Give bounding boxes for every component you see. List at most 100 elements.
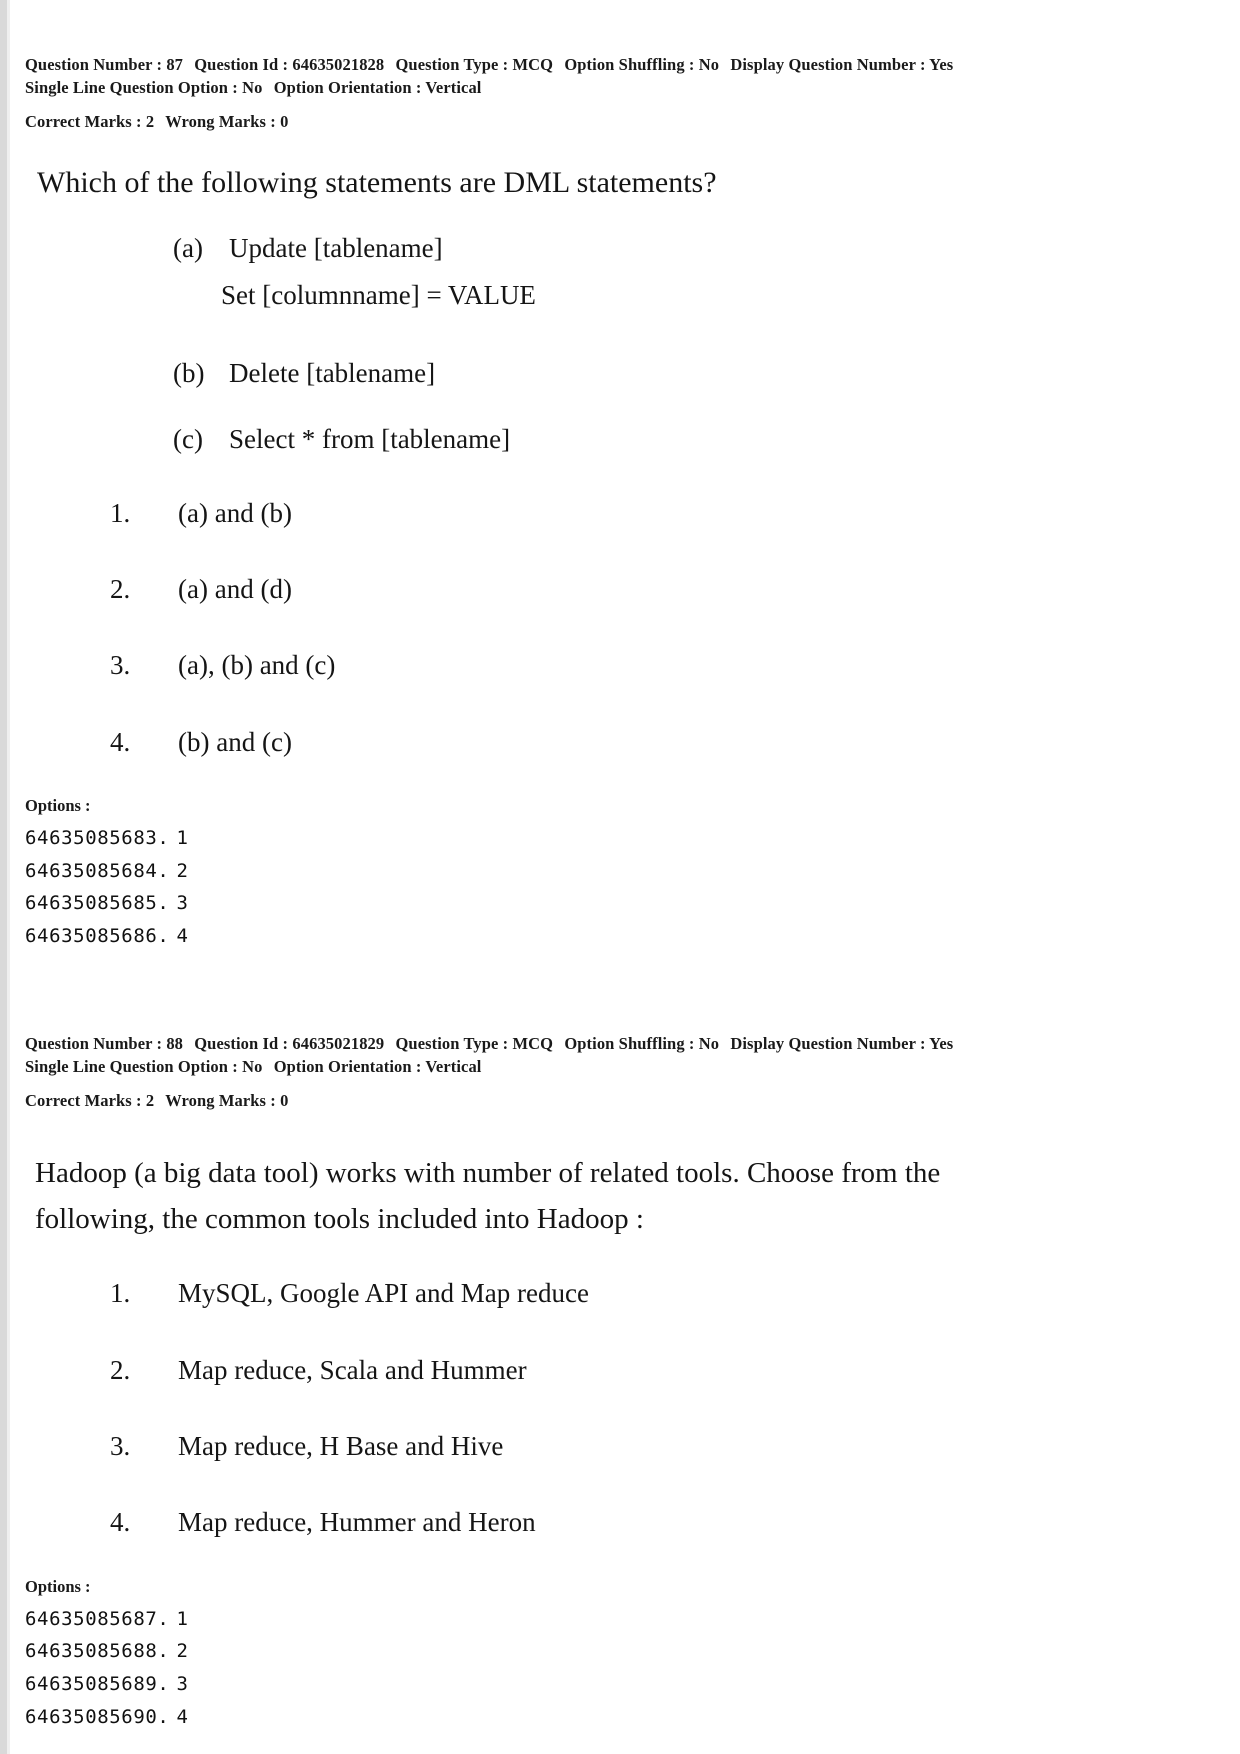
option-orientation-value-88: Vertical bbox=[425, 1057, 482, 1077]
wrong-marks-label: Wrong Marks : bbox=[165, 111, 276, 131]
substatement-a-text: Update [tablename] bbox=[229, 233, 443, 264]
choice-88-4-text: Map reduce, Hummer and Heron bbox=[178, 1507, 536, 1538]
question-block-87: Question Number : 87 Question Id : 64635… bbox=[25, 53, 1215, 953]
question-block-88: Question Number : 88 Question Id : 64635… bbox=[25, 1032, 1215, 1733]
choice-87-2[interactable]: 2. (a) and (d) bbox=[110, 573, 1215, 605]
choice-88-4-number: 4. bbox=[110, 1507, 131, 1538]
question-number-label-88: Question Number : bbox=[25, 1034, 163, 1053]
choice-87-4-text: (b) and (c) bbox=[178, 726, 292, 757]
question-meta-line-marks-88: Correct Marks : 2 Wrong Marks : 0 bbox=[25, 1089, 1215, 1112]
option-id-88-4-value: 64635085690. bbox=[25, 1705, 170, 1728]
option-id-row-87-1: 64635085683. 1 bbox=[25, 822, 1215, 855]
single-line-option-value-88: No bbox=[242, 1057, 263, 1077]
display-question-number-value: Yes bbox=[929, 55, 954, 74]
correct-marks-value: 2 bbox=[145, 111, 155, 131]
option-id-row-87-2: 64635085684. 2 bbox=[25, 855, 1215, 888]
display-question-number-label: Display Question Number : bbox=[730, 55, 926, 74]
option-id-row-87-3: 64635085685. 3 bbox=[25, 887, 1215, 920]
option-id-87-1-value: 64635085683. bbox=[25, 827, 170, 850]
substatement-b: (b) Delete [tablename] bbox=[173, 357, 1215, 391]
question-substatements-87: (a) Update [tablename] Set [columnname] … bbox=[25, 232, 1215, 456]
question-id-value-88: 64635021829 bbox=[292, 1034, 385, 1053]
choice-87-3[interactable]: 3. (a), (b) and (c) bbox=[110, 649, 1215, 681]
option-shuffling-value-88: No bbox=[698, 1034, 720, 1053]
substatement-a-label: (a) bbox=[173, 233, 203, 264]
choice-88-1[interactable]: 1. MySQL, Google API and Map reduce bbox=[110, 1277, 1215, 1309]
option-id-88-1-index: 1 bbox=[176, 1607, 189, 1630]
question-stem-88-line2: following, the common tools included int… bbox=[35, 1202, 644, 1235]
substatement-b-label: (b) bbox=[173, 358, 205, 389]
substatement-c-text: Select * from [tablename] bbox=[229, 423, 511, 454]
option-id-list-87: 64635085683. 1 64635085684. 2 64635085685.… bbox=[25, 822, 1215, 953]
question-meta-line-1: Question Number : 87 Question Id : 64635… bbox=[25, 53, 1215, 76]
correct-marks-value-88: 2 bbox=[145, 1090, 155, 1110]
choice-88-2[interactable]: 2. Map reduce, Scala and Hummer bbox=[110, 1354, 1215, 1386]
correct-marks-label: Correct Marks : bbox=[25, 111, 142, 131]
option-id-list-88: 64635085687. 1 64635085688. 2 64635085689.… bbox=[25, 1603, 1215, 1734]
substatement-c-label: (c) bbox=[173, 423, 203, 454]
exam-page: Question Number : 87 Question Id : 64635… bbox=[0, 0, 1240, 1754]
option-id-88-3-index: 3 bbox=[176, 1673, 189, 1696]
option-id-88-2-index: 2 bbox=[176, 1640, 189, 1663]
single-line-option-label: Single Line Question Option : bbox=[25, 78, 238, 98]
choice-87-2-number: 2. bbox=[110, 573, 131, 604]
option-shuffling-value: No bbox=[698, 55, 720, 74]
single-line-option-label-88: Single Line Question Option : bbox=[25, 1057, 238, 1077]
option-id-87-1-index: 1 bbox=[176, 827, 189, 850]
single-line-option-value: No bbox=[242, 78, 263, 98]
choice-88-2-number: 2. bbox=[110, 1354, 131, 1385]
answer-choices-87: 1. (a) and (b) 2. (a) and (d) 3. (a), (b… bbox=[25, 497, 1215, 759]
wrong-marks-label-88: Wrong Marks : bbox=[165, 1090, 276, 1110]
question-stem-87: Which of the following statements are DM… bbox=[37, 166, 717, 200]
option-shuffling-label-88: Option Shuffling : bbox=[564, 1034, 695, 1053]
choice-88-2-text: Map reduce, Scala and Hummer bbox=[178, 1354, 527, 1385]
correct-marks-label-88: Correct Marks : bbox=[25, 1090, 142, 1110]
choice-88-3[interactable]: 3. Map reduce, H Base and Hive bbox=[110, 1430, 1215, 1462]
choice-87-2-text: (a) and (d) bbox=[178, 573, 292, 604]
display-question-number-value-88: Yes bbox=[929, 1034, 954, 1053]
option-id-row-88-3: 64635085689. 3 bbox=[25, 1668, 1215, 1701]
choice-88-1-number: 1. bbox=[110, 1278, 131, 1309]
option-id-87-4-value: 64635085686. bbox=[25, 925, 170, 948]
option-id-row-88-2: 64635085688. 2 bbox=[25, 1635, 1215, 1668]
option-id-row-88-4: 64635085690. 4 bbox=[25, 1701, 1215, 1734]
substatement-a: (a) Update [tablename] bbox=[173, 232, 1215, 266]
display-question-number-label-88: Display Question Number : bbox=[730, 1034, 926, 1053]
choice-87-3-number: 3. bbox=[110, 650, 131, 681]
options-section-87: Options : 64635085683. 1 64635085684. 2 64… bbox=[25, 796, 1215, 953]
option-id-row-88-1: 64635085687. 1 bbox=[25, 1603, 1215, 1636]
option-id-88-2-value: 64635085688. bbox=[25, 1640, 170, 1663]
choice-88-4[interactable]: 4. Map reduce, Hummer and Heron bbox=[110, 1506, 1215, 1538]
option-orientation-label: Option Orientation : bbox=[273, 78, 422, 98]
choice-87-1-text: (a) and (b) bbox=[178, 497, 292, 528]
question-id-value: 64635021828 bbox=[292, 55, 385, 74]
option-id-87-3-index: 3 bbox=[176, 892, 189, 915]
substatement-a-continuation: Set [columnname] = VALUE bbox=[221, 280, 536, 311]
wrong-marks-value-88: 0 bbox=[280, 1090, 289, 1110]
choice-87-1-number: 1. bbox=[110, 497, 131, 528]
choice-88-3-text: Map reduce, H Base and Hive bbox=[178, 1430, 504, 1461]
answer-choices-88: 1. MySQL, Google API and Map reduce 2. M… bbox=[25, 1277, 1215, 1539]
question-meta-88: Question Number : 88 Question Id : 64635… bbox=[25, 1032, 1215, 1112]
question-meta-line-2-88: Single Line Question Option : No Option … bbox=[25, 1055, 1215, 1078]
choice-87-1[interactable]: 1. (a) and (b) bbox=[110, 497, 1215, 529]
question-number-value-88: 88 bbox=[166, 1034, 184, 1053]
option-id-87-3-value: 64635085685. bbox=[25, 892, 170, 915]
choice-87-4[interactable]: 4. (b) and (c) bbox=[110, 726, 1215, 758]
question-number-value: 87 bbox=[166, 55, 184, 74]
options-section-88: Options : 64635085687. 1 64635085688. 2 64… bbox=[25, 1577, 1215, 1734]
question-type-value-88: MCQ bbox=[512, 1034, 554, 1053]
question-meta-line-1-88: Question Number : 88 Question Id : 64635… bbox=[25, 1032, 1215, 1055]
question-number-label: Question Number : bbox=[25, 55, 163, 74]
wrong-marks-value: 0 bbox=[280, 111, 289, 131]
choice-87-3-text: (a), (b) and (c) bbox=[178, 650, 336, 681]
question-stem-88-line1: Hadoop (a big data tool) works with numb… bbox=[35, 1157, 941, 1190]
question-meta-line-2: Single Line Question Option : No Option … bbox=[25, 76, 1215, 99]
options-heading-88: Options : bbox=[25, 1576, 91, 1596]
option-id-87-4-index: 4 bbox=[176, 925, 189, 948]
option-id-88-4-index: 4 bbox=[176, 1705, 189, 1728]
substatement-c: (c) Select * from [tablename] bbox=[173, 423, 1215, 457]
option-id-row-87-4: 64635085686. 4 bbox=[25, 920, 1215, 953]
option-shuffling-label: Option Shuffling : bbox=[564, 55, 695, 74]
options-heading-87: Options : bbox=[25, 796, 91, 816]
